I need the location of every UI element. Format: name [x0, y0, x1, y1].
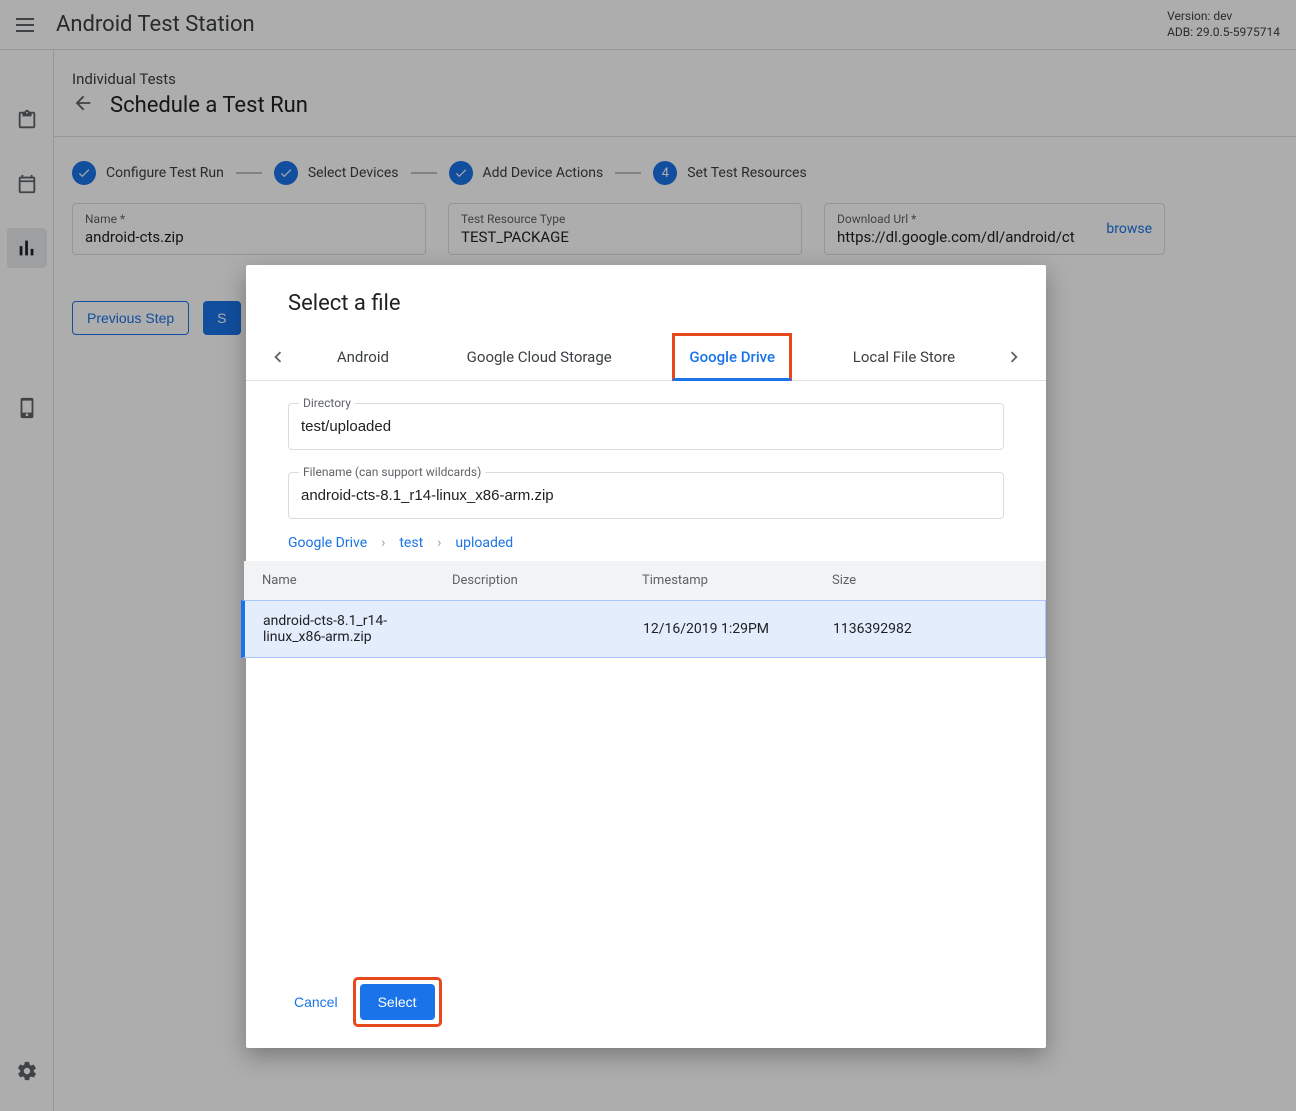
breadcrumb-link[interactable]: Google Drive	[288, 535, 367, 551]
col-description: Description	[452, 573, 642, 588]
cell-timestamp: 12/16/2019 1:29PM	[643, 621, 833, 637]
tab-local-file-store[interactable]: Local File Store	[837, 334, 971, 380]
filename-field[interactable]: Filename (can support wildcards)	[288, 472, 1004, 519]
breadcrumb-link[interactable]: uploaded	[455, 535, 513, 551]
table-header: Name Description Timestamp Size	[244, 561, 1046, 600]
dialog-tabs: Android Google Cloud Storage Google Driv…	[298, 334, 994, 380]
filename-input[interactable]	[289, 473, 1003, 518]
cell-size: 1136392982	[833, 621, 1027, 637]
directory-field[interactable]: Directory	[288, 403, 1004, 450]
breadcrumb-link[interactable]: test	[399, 535, 423, 551]
tabs-next-button[interactable]	[994, 337, 1034, 377]
tab-google-drive[interactable]: Google Drive	[673, 334, 791, 380]
tab-android[interactable]: Android	[321, 334, 405, 380]
cell-name: android-cts-8.1_r14-linux_x86-arm.zip	[263, 613, 453, 645]
tabs-prev-button[interactable]	[258, 337, 298, 377]
col-size: Size	[832, 573, 1028, 588]
table-row[interactable]: android-cts-8.1_r14-linux_x86-arm.zip 12…	[241, 600, 1046, 658]
file-table: Name Description Timestamp Size android-…	[288, 561, 1004, 658]
col-name: Name	[262, 573, 452, 588]
field-label: Directory	[299, 396, 355, 410]
cancel-button[interactable]: Cancel	[288, 986, 344, 1018]
directory-input[interactable]	[289, 404, 1003, 449]
col-timestamp: Timestamp	[642, 573, 832, 588]
field-label: Filename (can support wildcards)	[299, 465, 485, 479]
chevron-right-icon: ›	[381, 535, 385, 551]
select-button[interactable]: Select	[360, 984, 435, 1020]
tab-gcs[interactable]: Google Cloud Storage	[451, 334, 628, 380]
chevron-right-icon: ›	[437, 535, 441, 551]
select-highlight: Select	[356, 980, 439, 1024]
path-breadcrumbs: Google Drive › test › uploaded	[288, 535, 1004, 551]
select-file-dialog: Select a file Android Google Cloud Stora…	[246, 265, 1046, 1048]
dialog-title: Select a file	[288, 291, 1004, 316]
